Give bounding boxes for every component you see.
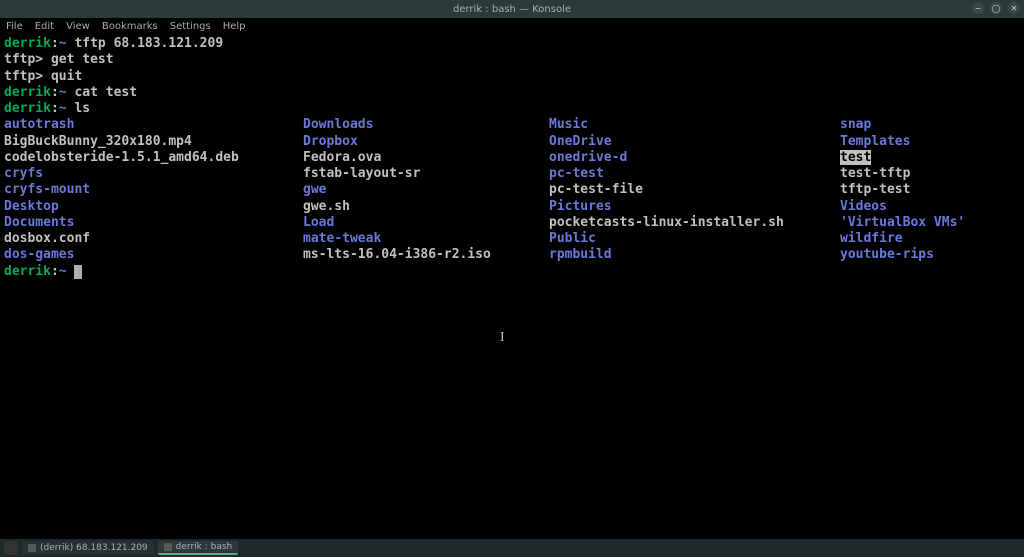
ls-listing: autotrashDownloadsMusicsnap BigBuckBunny_…: [4, 117, 1020, 263]
taskbar-item-label: derrik : bash: [176, 542, 233, 552]
close-button[interactable]: ✕: [1008, 2, 1020, 14]
ls-entry: Documents: [4, 215, 303, 231]
menu-settings[interactable]: Settings: [170, 21, 211, 32]
ls-entry: dosbox.conf: [4, 231, 303, 247]
ls-entry: tftp-test: [840, 182, 1020, 198]
menu-edit[interactable]: Edit: [35, 21, 54, 32]
ls-entry: Templates: [840, 134, 1020, 150]
ls-entry: test: [840, 150, 1020, 166]
ls-entry: OneDrive: [549, 134, 840, 150]
ls-entry: snap: [840, 117, 1020, 133]
menu-file[interactable]: File: [6, 21, 23, 32]
ls-entry: fstab-layout-sr: [303, 166, 549, 182]
app-launcher-button[interactable]: [4, 541, 18, 555]
window-controls: − ◯ ✕: [972, 2, 1020, 14]
ls-entry: codelobsteride-1.5.1_amd64.deb: [4, 150, 303, 166]
ls-entry: Desktop: [4, 199, 303, 215]
ls-entry: gwe.sh: [303, 199, 549, 215]
terminal-line: tftp> quit: [4, 69, 1020, 85]
taskbar: (derrik) 68.183.121.209 derrik : bash: [0, 539, 1024, 557]
text-cursor-icon: I: [500, 330, 505, 346]
ls-entry: Load: [303, 215, 549, 231]
ls-entry: pc-test: [549, 166, 840, 182]
ls-entry: Public: [549, 231, 840, 247]
window-titlebar: derrik : bash — Konsole − ◯ ✕: [0, 0, 1024, 18]
ls-entry: cryfs: [4, 166, 303, 182]
ls-entry: onedrive-d: [549, 150, 840, 166]
menu-help[interactable]: Help: [223, 21, 246, 32]
ls-entry: test-tftp: [840, 166, 1020, 182]
menubar: File Edit View Bookmarks Settings Help: [0, 18, 1024, 34]
maximize-button[interactable]: ◯: [990, 2, 1002, 14]
taskbar-item-label: (derrik) 68.183.121.209: [40, 543, 148, 553]
ls-entry: pocketcasts-linux-installer.sh: [549, 215, 840, 231]
menu-bookmarks[interactable]: Bookmarks: [102, 21, 158, 32]
ls-entry: rpmbuild: [549, 247, 840, 263]
terminal-icon: [28, 544, 36, 552]
terminal-line: derrik:~: [4, 264, 1020, 280]
menu-view[interactable]: View: [66, 21, 90, 32]
ls-entry: Downloads: [303, 117, 549, 133]
taskbar-item-ssh[interactable]: (derrik) 68.183.121.209: [22, 541, 154, 555]
ls-entry: wildfire: [840, 231, 1020, 247]
ls-entry: Pictures: [549, 199, 840, 215]
ls-entry: BigBuckBunny_320x180.mp4: [4, 134, 303, 150]
ls-entry: mate-tweak: [303, 231, 549, 247]
ls-entry: Dropbox: [303, 134, 549, 150]
ls-entry: pc-test-file: [549, 182, 840, 198]
terminal-line: derrik:~ ls: [4, 101, 1020, 117]
ls-entry: ms-lts-16.04-i386-r2.iso: [303, 247, 549, 263]
terminal-output[interactable]: derrik:~ tftp 68.183.121.209 tftp> get t…: [0, 34, 1024, 280]
ls-entry: cryfs-mount: [4, 182, 303, 198]
terminal-line: derrik:~ tftp 68.183.121.209: [4, 36, 1020, 52]
minimize-button[interactable]: −: [972, 2, 984, 14]
ls-entry: autotrash: [4, 117, 303, 133]
ls-entry: youtube-rips: [840, 247, 1020, 263]
terminal-line: tftp> get test: [4, 52, 1020, 68]
ls-entry: Videos: [840, 199, 1020, 215]
window-title: derrik : bash — Konsole: [453, 4, 571, 15]
taskbar-item-bash[interactable]: derrik : bash: [158, 541, 239, 555]
cursor-icon: [74, 265, 82, 279]
ls-entry: 'VirtualBox VMs': [840, 215, 1020, 231]
terminal-icon: [164, 543, 172, 551]
ls-entry: dos-games: [4, 247, 303, 263]
terminal-line: derrik:~ cat test: [4, 85, 1020, 101]
ls-entry: Fedora.ova: [303, 150, 549, 166]
ls-entry: Music: [549, 117, 840, 133]
ls-entry: gwe: [303, 182, 549, 198]
